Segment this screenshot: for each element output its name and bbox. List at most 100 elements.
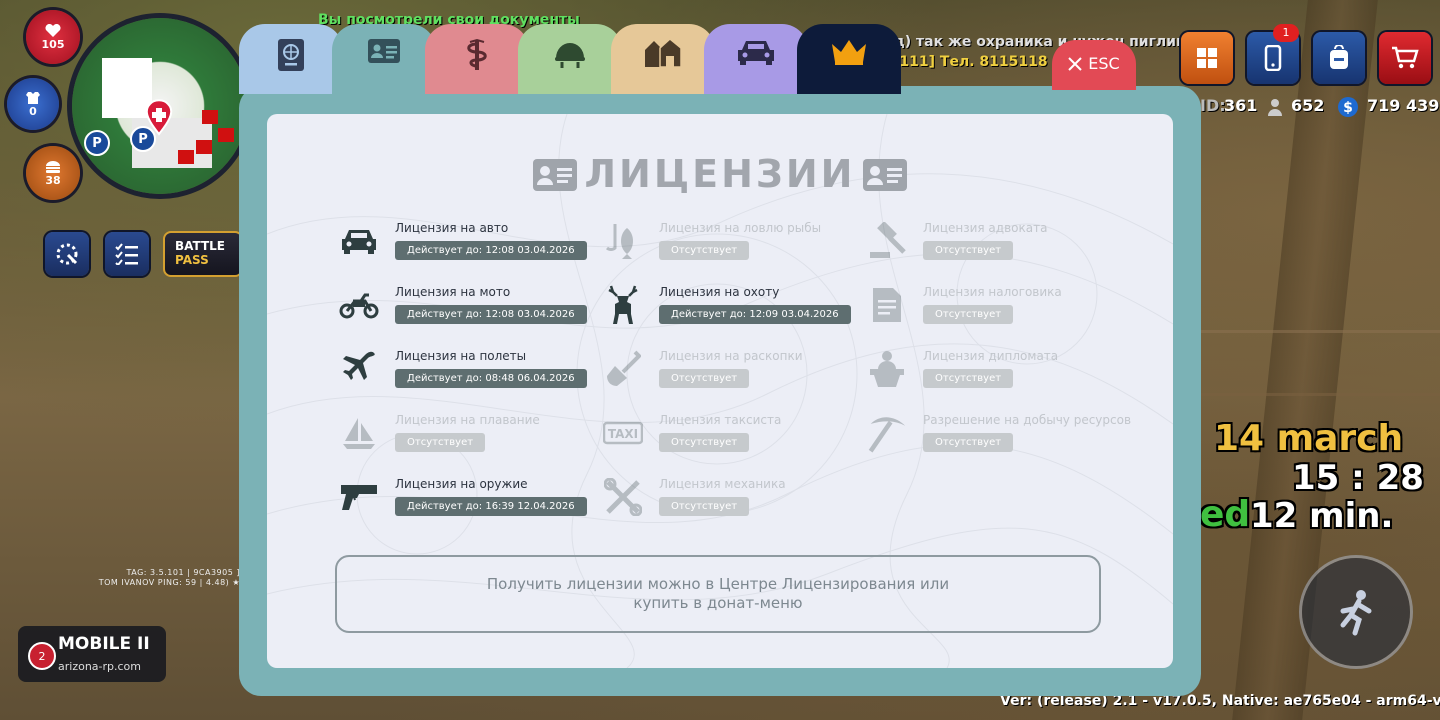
- heart-icon: [45, 23, 61, 37]
- main-menu-button[interactable]: [1181, 32, 1233, 84]
- played-time: 12 min.: [1250, 496, 1394, 536]
- diplomat-icon: [867, 349, 907, 389]
- license-status: Отсутствует: [395, 433, 486, 452]
- server-badge: 2 MOBILE II arizona-rp.com: [18, 626, 166, 682]
- license-name: Лицензия на авто: [395, 221, 509, 235]
- online-count: 652: [1291, 96, 1325, 115]
- license-status: Отсутствует: [659, 369, 750, 388]
- license-status: Отсутствует: [659, 241, 750, 260]
- car-front-icon: [738, 41, 774, 65]
- house-icon: [202, 110, 218, 124]
- sprint-button[interactable]: [1302, 558, 1410, 666]
- license-status: Отсутствует: [923, 241, 1014, 260]
- license-name: Разрешение на добычу ресурсов: [923, 413, 1132, 427]
- license-status: Отсутствует: [659, 433, 750, 452]
- pistol-icon: [339, 477, 379, 517]
- battle-pass-line2: PASS: [175, 253, 209, 267]
- license-name: Лицензия таксиста: [659, 413, 782, 427]
- license-name: Лицензия адвоката: [923, 221, 1048, 235]
- player-id-label: ID:: [1200, 96, 1226, 115]
- license-status: Действует до: 12:08 03.04.2026: [395, 305, 587, 324]
- license-name: Лицензия на ловлю рыбы: [659, 221, 822, 235]
- shop-button[interactable]: [1379, 32, 1431, 84]
- phone-notification-badge: 1: [1273, 24, 1299, 42]
- tab-licenses[interactable]: [332, 24, 436, 94]
- medical-snake-icon: [467, 38, 487, 70]
- license-name: Лицензия налоговика: [923, 285, 1062, 299]
- armor-indicator: 0: [7, 78, 59, 130]
- bench: [1200, 330, 1440, 396]
- running-man-icon: [1340, 590, 1372, 636]
- circle-dots-icon: [56, 243, 78, 265]
- tab-passport[interactable]: [239, 24, 343, 94]
- license-status: Действует до: 12:08 03.04.2026: [395, 241, 587, 260]
- pickaxe-icon: [867, 413, 907, 453]
- fishing-icon: [603, 221, 643, 261]
- house-icon: [218, 128, 234, 142]
- date-display: 14 march: [1214, 418, 1404, 459]
- chat-line-2: т.д) так же охраника и нужен пиглина: [880, 34, 1196, 50]
- license-status: Отсутствует: [923, 369, 1014, 388]
- time-display: 15 : 28: [1292, 458, 1424, 498]
- id-card-icon: [368, 39, 400, 63]
- battle-pass-button[interactable]: BATTLE PASS: [163, 231, 243, 277]
- car-icon: [339, 221, 379, 261]
- player-id-value: 361: [1224, 96, 1258, 115]
- license-status: Отсутствует: [923, 433, 1014, 452]
- license-status: Отсутствует: [659, 497, 750, 516]
- close-button[interactable]: ESC: [1052, 40, 1136, 90]
- page-title: ЛИЦЕНЗИИ: [584, 152, 856, 196]
- deer-icon: [603, 285, 643, 325]
- health-indicator: 105: [26, 10, 80, 64]
- battle-pass-line1: BATTLE: [175, 239, 225, 253]
- license-info-note: Получить лицензии можно в Центре Лицензи…: [335, 555, 1101, 633]
- tools-icon: [603, 477, 643, 517]
- esc-label: ESC: [1088, 54, 1120, 73]
- tab-vip[interactable]: [797, 24, 901, 94]
- svg-text:TAXI: TAXI: [608, 427, 638, 441]
- inventory-button[interactable]: [1313, 32, 1365, 84]
- cart-icon: [1392, 46, 1419, 69]
- dollar-icon: $: [1338, 97, 1358, 117]
- taxi-icon: TAXI: [603, 413, 643, 453]
- backpack-icon: [1330, 45, 1348, 69]
- health-value: 105: [41, 37, 65, 51]
- server-site: arizona-rp.com: [58, 660, 141, 673]
- gavel-icon: [867, 221, 907, 261]
- license-name: Лицензия на мото: [395, 285, 511, 299]
- armor-value: 0: [29, 104, 37, 118]
- license-name: Лицензия механика: [659, 477, 786, 491]
- license-name: Лицензия на охоту: [659, 285, 780, 299]
- tax-document-icon: [867, 285, 907, 325]
- tasks-button[interactable]: [105, 232, 149, 276]
- tab-medical[interactable]: [425, 24, 529, 94]
- grid-icon: [1197, 48, 1217, 68]
- money-value: 719 439: [1367, 96, 1440, 115]
- tab-vehicles[interactable]: [704, 24, 808, 94]
- license-name: Лицензия на плавание: [395, 413, 540, 427]
- crown-icon: [832, 40, 866, 65]
- license-name: Лицензия на полеты: [395, 349, 527, 363]
- server-name: MOBILE II: [58, 634, 150, 654]
- tab-military[interactable]: [518, 24, 622, 94]
- chat-line-3: [111] Тел. 8115118: [893, 54, 1048, 70]
- sailboat-icon: [339, 413, 379, 453]
- license-name: Лицензия на раскопки: [659, 349, 803, 363]
- license-status: Отсутствует: [923, 305, 1014, 324]
- svg-text:$: $: [1343, 100, 1353, 116]
- license-name: Лицензия на оружие: [395, 477, 528, 491]
- license-status: Действует до: 16:39 12.04.2026: [395, 497, 587, 516]
- played-prefix: ed: [1200, 494, 1251, 535]
- license-name: Лицензия дипломата: [923, 349, 1059, 363]
- license-status: Действует до: 08:48 06.04.2026: [395, 369, 587, 388]
- close-icon: [1068, 57, 1082, 71]
- hospital-marker-icon: [145, 99, 173, 136]
- title-id-card-icon-right: [863, 159, 907, 191]
- vest-icon: [26, 91, 40, 104]
- tab-property[interactable]: [611, 24, 715, 94]
- person-icon: [1268, 99, 1282, 116]
- phone-icon: [1264, 45, 1282, 71]
- airplane-icon: [339, 349, 379, 389]
- passport-icon: [278, 39, 304, 71]
- menu-button[interactable]: [45, 232, 89, 276]
